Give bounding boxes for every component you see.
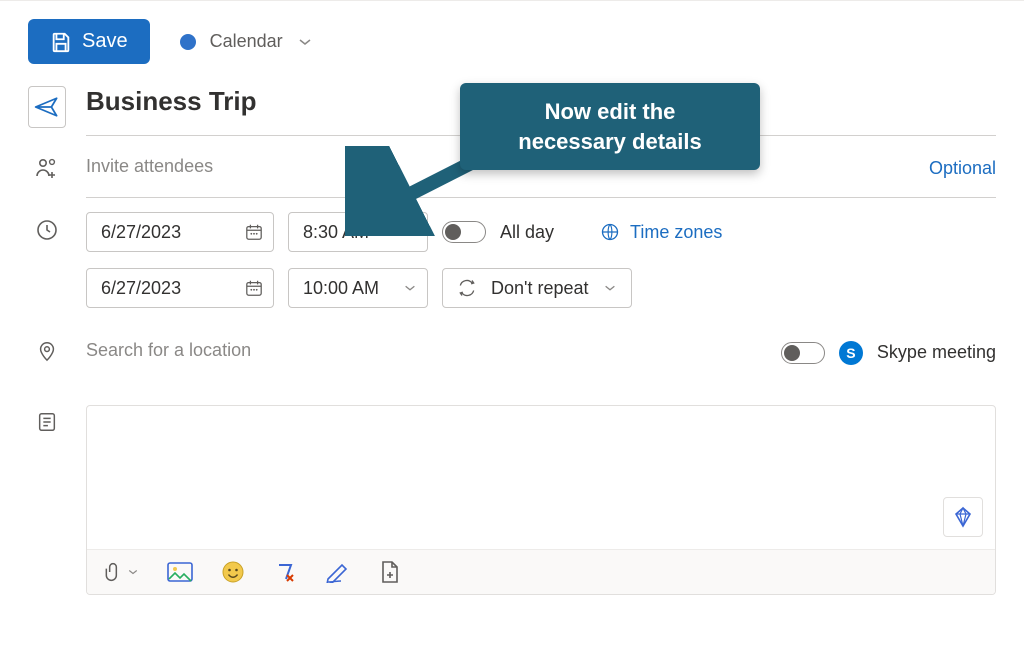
save-button-label: Save	[82, 30, 128, 53]
start-time-row: 6/27/2023 8:30 AM All day Time zones	[28, 212, 996, 264]
image-icon	[167, 562, 193, 582]
description-row	[28, 405, 996, 595]
insert-image-button[interactable]	[167, 562, 193, 582]
airplane-icon	[33, 93, 61, 121]
calendar-icon	[245, 223, 263, 241]
chevron-down-icon	[603, 281, 617, 295]
repeat-icon	[457, 278, 477, 298]
file-add-icon	[379, 560, 401, 584]
callout-line2: necessary details	[488, 127, 732, 157]
start-date-picker[interactable]: 6/27/2023	[86, 212, 274, 252]
ai-suggestions-button[interactable]	[943, 497, 983, 537]
location-input[interactable]: Search for a location	[86, 334, 767, 371]
time-zones-label: Time zones	[630, 222, 722, 243]
people-add-icon	[35, 156, 59, 180]
chevron-down-icon	[403, 225, 417, 239]
chevron-down-icon	[403, 281, 417, 295]
skype-meeting-toggle[interactable]	[781, 342, 825, 364]
emoji-button[interactable]	[221, 560, 245, 584]
chevron-down-icon	[127, 566, 139, 578]
description-editor[interactable]	[86, 405, 996, 595]
save-button[interactable]: Save	[28, 19, 150, 64]
globe-icon	[600, 222, 620, 242]
insert-file-button[interactable]	[379, 560, 401, 584]
all-day-toggle[interactable]	[442, 221, 486, 243]
event-editor-window: Save Calendar	[0, 0, 1024, 645]
clear-formatting-button[interactable]	[273, 560, 297, 584]
emoji-icon	[221, 560, 245, 584]
location-row: Search for a location S Skype meeting	[28, 334, 996, 381]
end-time-row: 6/27/2023 10:00 AM Don't repeat	[28, 268, 996, 320]
diamond-icon	[951, 505, 975, 529]
callout-line1: Now edit the	[488, 97, 732, 127]
optional-attendees-link[interactable]: Optional	[929, 158, 996, 179]
skype-meeting-label: Skype meeting	[877, 342, 996, 363]
save-icon	[50, 31, 72, 53]
chevron-down-icon	[297, 34, 313, 50]
end-time-value: 10:00 AM	[303, 278, 379, 299]
description-icon	[36, 411, 58, 433]
recurrence-picker[interactable]: Don't repeat	[442, 268, 632, 308]
clock-icon	[35, 218, 59, 242]
time-zones-link[interactable]: Time zones	[600, 222, 722, 243]
paperclip-icon	[103, 561, 123, 583]
instruction-callout: Now edit the necessary details	[460, 83, 760, 170]
calendar-color-dot	[180, 34, 196, 50]
format-clear-icon	[273, 560, 297, 584]
end-date-value: 6/27/2023	[101, 278, 181, 299]
description-toolbar	[87, 549, 995, 594]
attach-button[interactable]	[103, 561, 139, 583]
pen-icon	[325, 561, 351, 583]
start-time-picker[interactable]: 8:30 AM	[288, 212, 428, 252]
top-toolbar: Save Calendar	[0, 1, 1024, 82]
calendar-selector-label: Calendar	[210, 31, 283, 52]
end-time-picker[interactable]: 10:00 AM	[288, 268, 428, 308]
start-time-value: 8:30 AM	[303, 222, 369, 243]
calendar-icon	[245, 279, 263, 297]
all-day-label: All day	[500, 222, 554, 243]
recurrence-value: Don't repeat	[491, 278, 589, 299]
category-icon-button[interactable]	[28, 86, 66, 128]
end-date-picker[interactable]: 6/27/2023	[86, 268, 274, 308]
ink-button[interactable]	[325, 561, 351, 583]
start-date-value: 6/27/2023	[101, 222, 181, 243]
calendar-selector[interactable]: Calendar	[180, 31, 313, 52]
skype-icon: S	[839, 341, 863, 365]
location-icon	[36, 340, 58, 362]
